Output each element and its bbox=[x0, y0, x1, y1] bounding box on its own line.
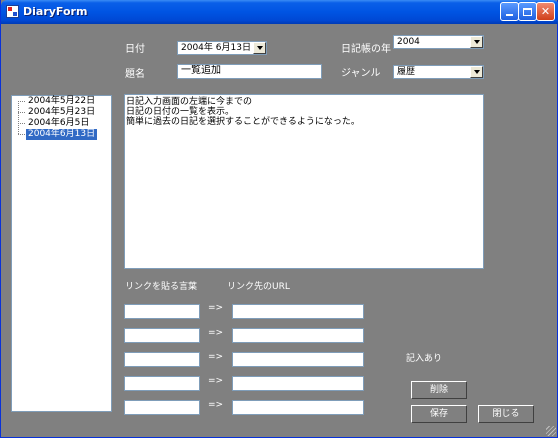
resize-grip-icon[interactable] bbox=[546, 426, 556, 436]
date-label: 日付 bbox=[125, 44, 145, 55]
year-select[interactable]: 2004 bbox=[393, 35, 484, 49]
link-arrow: => bbox=[208, 376, 224, 386]
title-label: 題名 bbox=[125, 69, 145, 80]
memo-line: 日記入力画面の左端に今までの bbox=[126, 97, 253, 107]
tree-item[interactable]: 2004年6月5日 bbox=[26, 118, 91, 129]
link-url-input-1[interactable] bbox=[232, 304, 364, 319]
link-text-input-5[interactable] bbox=[124, 400, 200, 415]
tree-item[interactable]: 2004年5月23日 bbox=[26, 107, 97, 118]
link-arrow: => bbox=[208, 400, 224, 410]
memo-line: 簡単に過去の日記を選択することができるようになった。 bbox=[126, 117, 360, 127]
date-dropdown-icon[interactable] bbox=[253, 42, 266, 54]
status-text: 記入あり bbox=[406, 354, 443, 364]
genre-select[interactable]: 履歴 bbox=[393, 65, 484, 79]
tree-connector bbox=[18, 123, 25, 124]
link-url-input-4[interactable] bbox=[232, 376, 364, 391]
link-arrow: => bbox=[208, 303, 224, 313]
diary-body-textarea[interactable]: 日記入力画面の左端に今までの 日記の日付の一覧を表示。 簡単に過去の日記を選択す… bbox=[124, 94, 484, 269]
title-input[interactable]: 一覧追加 bbox=[177, 64, 322, 79]
tree-connector bbox=[18, 101, 25, 102]
title-bar[interactable]: DiaryForm ✕ bbox=[1, 0, 558, 24]
diary-form-window: DiaryForm ✕ 日付 2004年 6月13日 日記帳の年 2004 題名… bbox=[0, 0, 558, 438]
close-window-button[interactable]: ✕ bbox=[536, 2, 555, 21]
tree-item[interactable]: 2004年5月22日 bbox=[26, 96, 97, 107]
link-text-input-1[interactable] bbox=[124, 304, 200, 319]
link-text-input-3[interactable] bbox=[124, 352, 200, 367]
maximize-button[interactable] bbox=[518, 2, 537, 21]
link-url-label: リンク先のURL bbox=[227, 282, 290, 292]
year-value: 2004 bbox=[397, 37, 420, 47]
link-url-input-5[interactable] bbox=[232, 400, 364, 415]
link-arrow: => bbox=[208, 328, 224, 338]
window-title: DiaryForm bbox=[23, 5, 88, 18]
genre-dropdown-icon[interactable] bbox=[470, 66, 483, 78]
minimize-button[interactable] bbox=[500, 2, 519, 21]
minimize-icon bbox=[506, 14, 513, 16]
diary-date-tree[interactable]: 2004年5月22日 2004年5月23日 2004年6月5日 2004年6月1… bbox=[11, 95, 112, 412]
date-value: 2004年 6月13日 bbox=[181, 43, 251, 53]
link-text-label: リンクを貼る言葉 bbox=[125, 282, 198, 292]
link-text-input-2[interactable] bbox=[124, 328, 200, 343]
link-url-input-3[interactable] bbox=[232, 352, 364, 367]
maximize-icon bbox=[523, 8, 532, 16]
link-text-input-4[interactable] bbox=[124, 376, 200, 391]
close-button[interactable]: 閉じる bbox=[478, 405, 534, 423]
link-url-input-2[interactable] bbox=[232, 328, 364, 343]
genre-label: ジャンル bbox=[341, 68, 381, 79]
genre-value: 履歴 bbox=[397, 67, 416, 77]
tree-connector bbox=[18, 134, 25, 135]
tree-item-selected[interactable]: 2004年6月13日 bbox=[26, 129, 98, 140]
year-dropdown-icon[interactable] bbox=[470, 36, 483, 48]
app-icon bbox=[6, 5, 19, 18]
tree-connector bbox=[18, 101, 19, 134]
tree-connector bbox=[18, 112, 25, 113]
memo-line: 日記の日付の一覧を表示。 bbox=[126, 107, 235, 117]
link-arrow: => bbox=[208, 352, 224, 362]
year-label: 日記帳の年 bbox=[341, 44, 391, 55]
save-button[interactable]: 保存 bbox=[411, 405, 467, 423]
date-picker[interactable]: 2004年 6月13日 bbox=[177, 41, 267, 55]
close-icon: ✕ bbox=[540, 5, 551, 18]
delete-button[interactable]: 削除 bbox=[411, 381, 467, 399]
